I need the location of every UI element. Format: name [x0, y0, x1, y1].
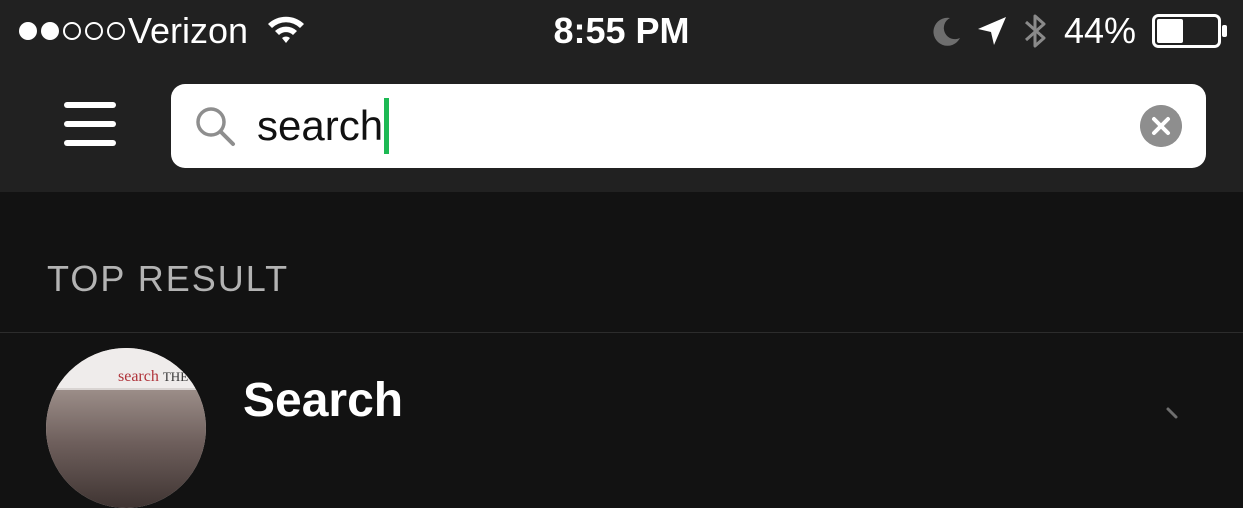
menu-icon-bar [64, 140, 116, 146]
top-result-title: Search [243, 374, 404, 427]
album-art: search THE BE [46, 348, 206, 508]
chevron-right-icon [1166, 407, 1178, 419]
album-art-title: search [118, 368, 159, 385]
battery-icon [1152, 14, 1227, 48]
moon-icon [933, 17, 960, 46]
bluetooth-icon [1025, 14, 1046, 48]
search-input[interactable]: search [257, 98, 1117, 154]
text-cursor [384, 98, 390, 154]
header: Verizon 8:55 PM 44% search [0, 0, 1243, 192]
search-box[interactable]: search [171, 84, 1206, 168]
menu-icon-bar [64, 102, 116, 108]
menu-icon-bar [64, 121, 116, 127]
section-heading-top-result: TOP RESULT [47, 258, 290, 299]
album-art-photo [46, 390, 206, 508]
search-icon [196, 107, 235, 146]
top-result-row[interactable]: search THE BE Search [0, 333, 1243, 508]
clear-icon[interactable] [1140, 105, 1182, 147]
search-query: search [257, 102, 384, 149]
menu-button[interactable] [60, 98, 120, 150]
clock-time: 8:55 PM [553, 10, 690, 51]
album-art-band: THE BE [162, 369, 206, 384]
location-arrow-icon [978, 17, 1006, 45]
battery-percentage: 44% [1064, 10, 1137, 51]
album-art-text: search THE BE [118, 368, 206, 386]
status-bar: Verizon 8:55 PM 44% [0, 0, 1243, 64]
